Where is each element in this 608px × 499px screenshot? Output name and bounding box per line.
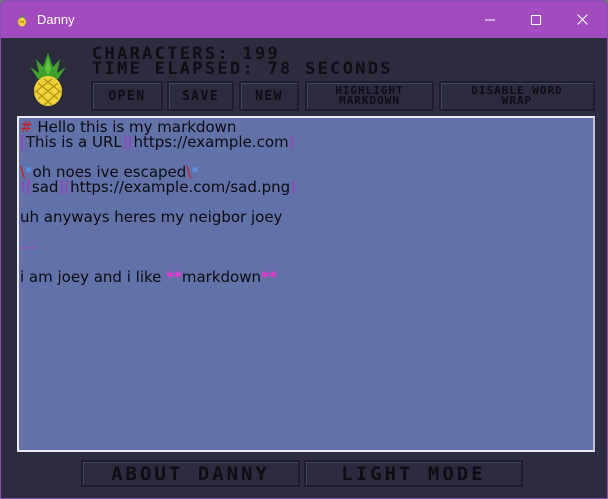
- link-bracket: ](: [121, 133, 134, 151]
- editor-line: [This is a URL](https://example.com): [20, 134, 294, 150]
- minimize-icon: [485, 19, 495, 20]
- window-title: Danny: [37, 12, 75, 27]
- bold-text: markdown: [181, 268, 261, 286]
- markdown-editor[interactable]: # Hello this is my markdown [This is a U…: [17, 116, 595, 452]
- link-bracket: ): [288, 133, 295, 151]
- pineapple-icon: [30, 53, 66, 106]
- image-bracket: ](: [58, 178, 71, 196]
- link-url: https://example.com: [133, 133, 289, 151]
- maximize-icon: [531, 14, 541, 25]
- image-url: https://example.com/sad.png: [70, 178, 291, 196]
- editor-line: ![sad](https://example.com/sad.png): [20, 179, 296, 195]
- bold-marker: **: [166, 268, 182, 286]
- link-text: This is a URL: [25, 133, 122, 151]
- title-bar[interactable]: Danny: [1, 1, 607, 38]
- light-mode-button[interactable]: LIGHT MODE: [304, 460, 523, 487]
- close-icon: [576, 14, 588, 25]
- time-elapsed: TIME ELAPSED: 78 SECONDS: [92, 59, 393, 79]
- highlight-markdown-button[interactable]: HIGHLIGHT MARKDOWN: [305, 81, 434, 111]
- highlight-label-line2: MARKDOWN: [339, 94, 400, 107]
- image-bracket: ): [290, 178, 297, 196]
- app-window: Danny CHARACTERS: 199 TIME ELAPSED: 78 S…: [0, 0, 608, 499]
- about-danny-button[interactable]: ABOUT DANNY: [81, 460, 300, 487]
- open-button[interactable]: OPEN: [91, 81, 163, 111]
- bold-marker: **: [260, 268, 277, 286]
- editor-line: i am joey and i like **markdown**: [20, 269, 277, 285]
- image-bracket: ![: [20, 178, 32, 196]
- image-alt: sad: [31, 178, 59, 196]
- minimize-button[interactable]: [467, 1, 513, 38]
- editor-line: uh anyways heres my neigbor joey: [20, 208, 283, 226]
- pineapple-icon: [18, 14, 26, 27]
- close-button[interactable]: [559, 1, 605, 38]
- stats-panel: CHARACTERS: 199 TIME ELAPSED: 78 SECONDS: [92, 46, 393, 79]
- new-button[interactable]: NEW: [239, 81, 299, 111]
- horizontal-rule: ---: [20, 238, 37, 256]
- disable-word-wrap-button[interactable]: DISABLE WORD WRAP: [439, 81, 595, 111]
- plain-text: i am joey and i like: [20, 268, 167, 286]
- maximize-button[interactable]: [513, 1, 559, 38]
- wrap-label-line2: WRAP: [501, 94, 533, 107]
- save-button[interactable]: SAVE: [167, 81, 234, 111]
